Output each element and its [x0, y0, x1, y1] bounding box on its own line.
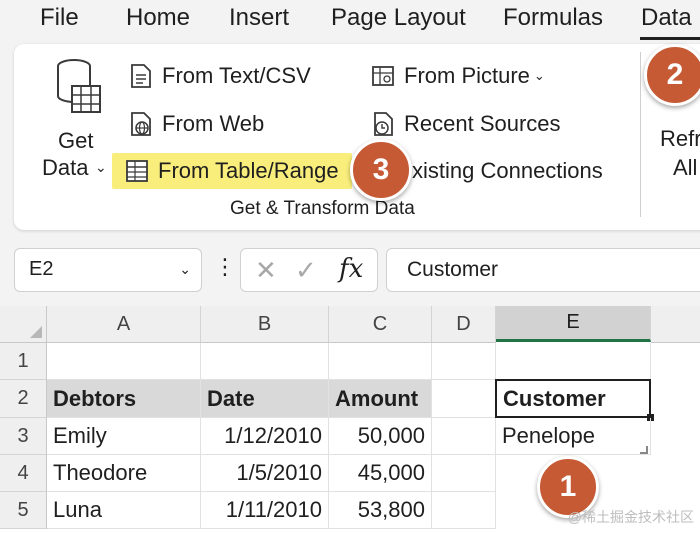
picture-table-icon [372, 66, 394, 86]
cell-d4[interactable] [432, 455, 496, 492]
insert-function-icon[interactable]: fx [339, 254, 363, 284]
column-header-a[interactable]: A [47, 306, 201, 343]
cell-b1[interactable] [201, 343, 329, 380]
tab-home[interactable]: Home [126, 4, 190, 32]
recent-sources-icon [374, 112, 393, 136]
cell-e1[interactable] [496, 343, 651, 380]
row-header-4[interactable]: 4 [0, 455, 47, 492]
get-data-button[interactable]: Get Data ⌄ [40, 58, 110, 198]
chevron-down-icon: ⌄ [533, 68, 545, 83]
from-picture-label: From Picture [404, 63, 530, 88]
cell-c1[interactable] [329, 343, 432, 380]
row-header-2[interactable]: 2 [0, 380, 47, 418]
column-header-c[interactable]: C [329, 306, 432, 343]
tab-insert[interactable]: Insert [229, 4, 289, 32]
enter-icon[interactable]: ✓ [295, 255, 317, 286]
cell-c5[interactable]: 53,800 [329, 492, 432, 529]
ribbon-group-label: Get & Transform Data [230, 198, 415, 219]
cell-d2[interactable] [432, 380, 496, 418]
from-table-range-button[interactable]: From Table/Range [112, 153, 352, 189]
tab-data[interactable]: Data [641, 4, 692, 32]
active-tab-indicator [640, 37, 700, 40]
formula-input[interactable]: Customer [386, 248, 700, 292]
criteria-header-cell[interactable]: Customer [495, 379, 651, 418]
column-header-e[interactable]: E [496, 306, 651, 342]
cell-c4[interactable]: 45,000 [329, 455, 432, 492]
watermark: @稀土掘金技术社区 [567, 509, 694, 525]
chevron-down-icon: ⌄ [95, 159, 107, 175]
web-page-icon [131, 112, 151, 136]
get-data-label-line2: Data [42, 155, 89, 180]
column-header-b[interactable]: B [201, 306, 329, 343]
refresh-all-label-line2[interactable]: All [673, 155, 697, 181]
cell-b5[interactable]: 1/11/2010 [201, 492, 329, 529]
table-header-date[interactable]: Date [201, 380, 329, 418]
cell-a3[interactable]: Emily [47, 418, 201, 455]
table-header-amount[interactable]: Amount [329, 380, 432, 418]
from-text-csv-label: From Text/CSV [162, 63, 311, 88]
cell-d1[interactable] [432, 343, 496, 380]
resize-handle-icon[interactable] [640, 446, 648, 454]
table-header-debtors[interactable]: Debtors [47, 380, 201, 418]
tab-formulas[interactable]: Formulas [503, 4, 603, 32]
from-web-button[interactable]: From Web [128, 106, 264, 142]
cancel-icon[interactable]: ✕ [255, 255, 277, 286]
cell-a4[interactable]: Theodore [47, 455, 201, 492]
cell-a1[interactable] [47, 343, 201, 380]
formula-input-value: Customer [407, 258, 499, 281]
table-icon [126, 160, 148, 182]
from-text-csv-button[interactable]: From Text/CSV [128, 58, 311, 94]
get-data-label-line1: Get [58, 128, 94, 153]
chevron-down-icon[interactable]: ⌄ [179, 261, 191, 278]
from-web-label: From Web [162, 111, 265, 136]
column-header-d[interactable]: D [432, 306, 496, 343]
ribbon-group-divider [640, 52, 641, 217]
existing-connections-button[interactable]: xisting Connections [412, 153, 603, 189]
cell-d3[interactable] [432, 418, 496, 455]
tab-page-layout[interactable]: Page Layout [331, 4, 466, 32]
formula-bar-buttons: ✕ ✓ fx [240, 248, 378, 292]
callout-badge-2: 2 [644, 44, 700, 106]
row-header-1[interactable]: 1 [0, 343, 47, 380]
from-picture-button[interactable]: From Picture ⌄ [370, 58, 545, 94]
cell-b3[interactable]: 1/12/2010 [201, 418, 329, 455]
more-options-icon[interactable]: ⋮ [214, 254, 236, 280]
database-icon [57, 59, 101, 113]
select-all-corner[interactable] [0, 306, 47, 343]
name-box[interactable]: E2 ⌄ [14, 248, 202, 292]
refresh-all-label-line1[interactable]: Refr [660, 126, 700, 152]
callout-badge-3: 3 [350, 139, 412, 201]
tab-file[interactable]: File [40, 4, 79, 32]
criteria-value-cell[interactable]: Penelope [496, 418, 651, 455]
recent-sources-label: Recent Sources [404, 111, 561, 136]
cell-d5[interactable] [432, 492, 496, 529]
menu-tab-bar: File Home Insert Page Layout Formulas Da… [0, 0, 700, 40]
existing-connections-label: xisting Connections [412, 158, 603, 183]
text-file-icon [131, 64, 151, 88]
cell-a5[interactable]: Luna [47, 492, 201, 529]
select-all-triangle-icon [30, 326, 42, 338]
from-table-range-label: From Table/Range [158, 158, 339, 183]
cell-c3[interactable]: 50,000 [329, 418, 432, 455]
row-header-3[interactable]: 3 [0, 418, 47, 455]
row-header-5[interactable]: 5 [0, 492, 47, 529]
cell-b4[interactable]: 1/5/2010 [201, 455, 329, 492]
column-header-f[interactable] [651, 306, 700, 343]
recent-sources-button[interactable]: Recent Sources [370, 106, 561, 142]
name-box-value: E2 [29, 258, 54, 280]
